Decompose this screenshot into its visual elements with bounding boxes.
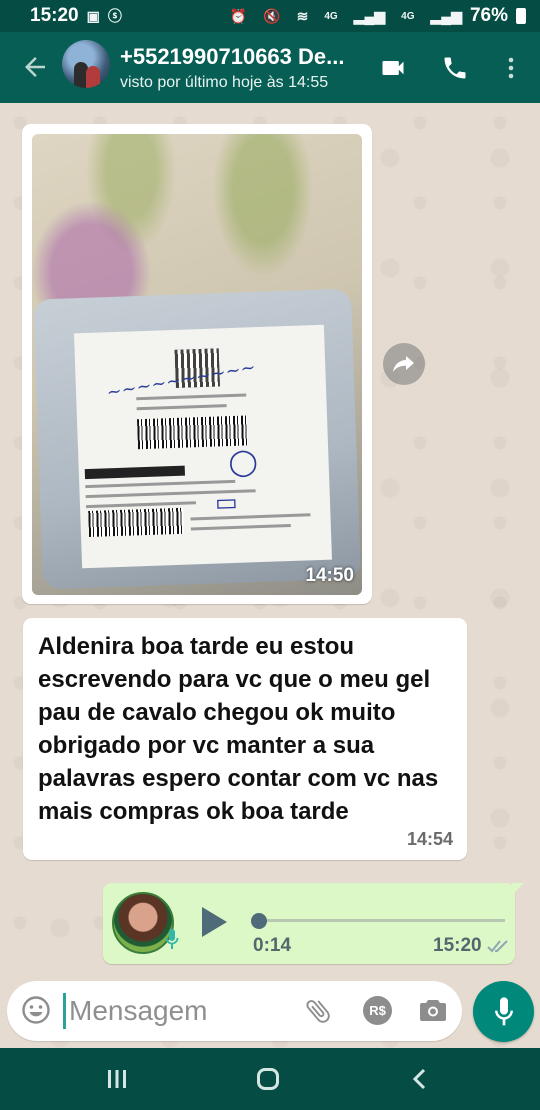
forward-button[interactable] [383, 343, 425, 385]
mute-icon: 🔇 [263, 7, 281, 24]
voice-record-button[interactable] [473, 981, 534, 1042]
image-message-bubble[interactable]: ~~~~~~~~~~ ◯ ▭ 14:50 [22, 124, 372, 604]
nav-back-icon[interactable] [410, 1068, 430, 1090]
last-seen-status: visto por último hoje às 14:55 [120, 74, 329, 91]
audio-progress-knob[interactable] [251, 913, 267, 929]
wifi-icon: ≋ [296, 7, 309, 24]
mic-small-icon [165, 929, 179, 949]
text-message-bubble[interactable]: Aldenira boa tarde eu estou escrevendo p… [23, 618, 467, 860]
label-header-bar [84, 465, 186, 480]
barcode-image-2 [88, 507, 185, 538]
audio-progress-track[interactable] [255, 919, 505, 922]
battery-percent: 76% [469, 5, 508, 26]
alarm-icon: ⏰ [229, 7, 248, 24]
voice-duration: 0:14 [253, 935, 292, 956]
emoji-icon[interactable] [21, 995, 51, 1025]
signal-icon: ▂▄▆ [353, 7, 386, 24]
signal-icon-2: ▂▄▆ [430, 7, 462, 24]
attach-icon[interactable] [303, 995, 333, 1027]
message-timestamp: 14:54 [406, 829, 453, 849]
play-button[interactable] [199, 905, 229, 939]
image-timestamp: 14:50 [305, 565, 354, 586]
voice-timestamp: 15:20 [433, 935, 482, 956]
handwriting-mark-3: ▭ [214, 487, 239, 517]
mic-icon [494, 996, 513, 1025]
network-label-1: 4G [324, 10, 338, 22]
chat-header: +5521990710663 De... visto por último ho… [0, 32, 540, 103]
status-time: 15:20 [30, 5, 79, 26]
carrier-icon: ▣ [86, 7, 100, 24]
payment-icon[interactable]: R$ [363, 996, 392, 1025]
back-arrow-icon[interactable] [20, 52, 50, 82]
message-compose-bar: R$ [7, 981, 462, 1041]
forward-icon [393, 356, 414, 372]
double-check-icon [487, 940, 508, 953]
overflow-menu-icon[interactable] [507, 56, 515, 80]
system-nav-bar [0, 1048, 540, 1110]
recent-apps-icon[interactable] [106, 1068, 128, 1090]
voice-message-bubble[interactable]: 0:14 15:20 [103, 883, 524, 964]
contact-avatar[interactable] [62, 40, 110, 88]
status-bar: 15:20 ▣ ⓢ ⏰ 🔇 ≋ 4G ▂▄▆ 4G ▂▄▆ 76% [0, 0, 540, 32]
handwriting-mark-2: ◯ [228, 447, 259, 479]
shipping-label: ~~~~~~~~~~ ◯ ▭ [73, 324, 333, 569]
voice-call-icon[interactable] [441, 54, 469, 82]
status-right: ⏰ 🔇 ≋ 4G ▂▄▆ 4G ▂▄▆ 76% [222, 5, 526, 27]
camera-icon[interactable] [419, 997, 447, 1023]
message-input[interactable] [69, 991, 289, 1031]
home-icon[interactable] [257, 1068, 279, 1090]
package-photo[interactable]: ~~~~~~~~~~ ◯ ▭ 14:50 [32, 134, 362, 595]
video-call-icon[interactable] [378, 54, 408, 82]
battery-icon [516, 8, 526, 24]
text-cursor [63, 993, 66, 1029]
message-text: Aldenira boa tarde eu estou escrevendo p… [38, 633, 439, 825]
payment-status-icon: ⓢ [107, 8, 122, 24]
network-label-2: 4G [401, 10, 415, 22]
barcode-image [137, 415, 248, 450]
contact-name[interactable]: +5521990710663 De... [120, 44, 365, 70]
